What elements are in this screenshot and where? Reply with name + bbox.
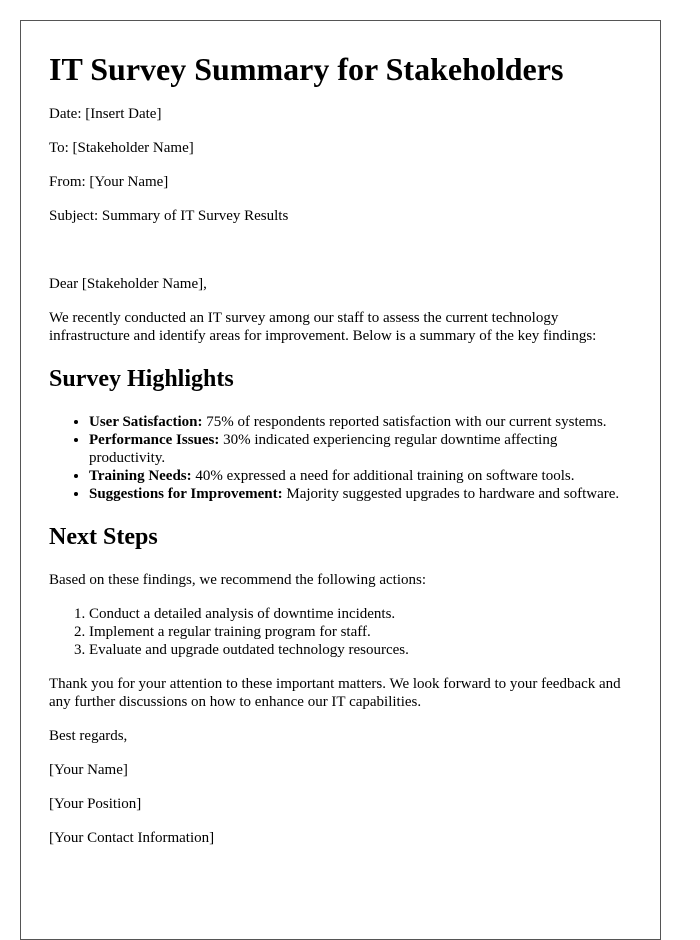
item-text: 75% of respondents reported satisfaction… (202, 414, 607, 430)
list-item: Evaluate and upgrade outdated technology… (89, 641, 632, 659)
page-title: IT Survey Summary for Stakeholders (49, 51, 564, 87)
next-steps-list: Conduct a detailed analysis of downtime … (49, 605, 632, 659)
letter-page: IT Survey Summary for Stakeholders Date:… (20, 20, 661, 940)
signature-name: [Your Name] (49, 762, 128, 778)
list-item: Performance Issues: 30% indicated experi… (89, 431, 632, 467)
closing-paragraph: Thank you for your attention to these im… (49, 676, 621, 710)
intro-paragraph: We recently conducted an IT survey among… (49, 310, 597, 344)
next-steps-heading: Next Steps (49, 524, 158, 550)
list-item: Implement a regular training program for… (89, 623, 632, 641)
item-text: Majority suggested upgrades to hardware … (282, 486, 620, 502)
item-label: Performance Issues: (89, 432, 220, 448)
signature-contact: [Your Contact Information] (49, 830, 215, 846)
highlights-list: User Satisfaction: 75% of respondents re… (49, 413, 632, 503)
list-item: User Satisfaction: 75% of respondents re… (89, 413, 632, 431)
item-label: Suggestions for Improvement: (89, 486, 283, 502)
list-item: Suggestions for Improvement: Majority su… (89, 485, 632, 503)
from-line: From: [Your Name] (49, 174, 169, 190)
signoff: Best regards, (49, 728, 128, 744)
date-line: Date: [Insert Date] (49, 106, 162, 122)
signature-position: [Your Position] (49, 796, 142, 812)
letter-header: Date: [Insert Date] To: [Stakeholder Nam… (49, 105, 632, 225)
list-item: Conduct a detailed analysis of downtime … (89, 605, 632, 623)
item-label: User Satisfaction: (89, 414, 203, 430)
greeting: Dear [Stakeholder Name], (49, 276, 207, 292)
to-line: To: [Stakeholder Name] (49, 140, 194, 156)
highlights-heading: Survey Highlights (49, 366, 234, 392)
list-item: Training Needs: 40% expressed a need for… (89, 467, 632, 485)
subject-line: Subject: Summary of IT Survey Results (49, 208, 289, 224)
next-steps-intro: Based on these findings, we recommend th… (49, 572, 426, 588)
item-label: Training Needs: (89, 468, 192, 484)
item-text: 40% expressed a need for additional trai… (191, 468, 575, 484)
